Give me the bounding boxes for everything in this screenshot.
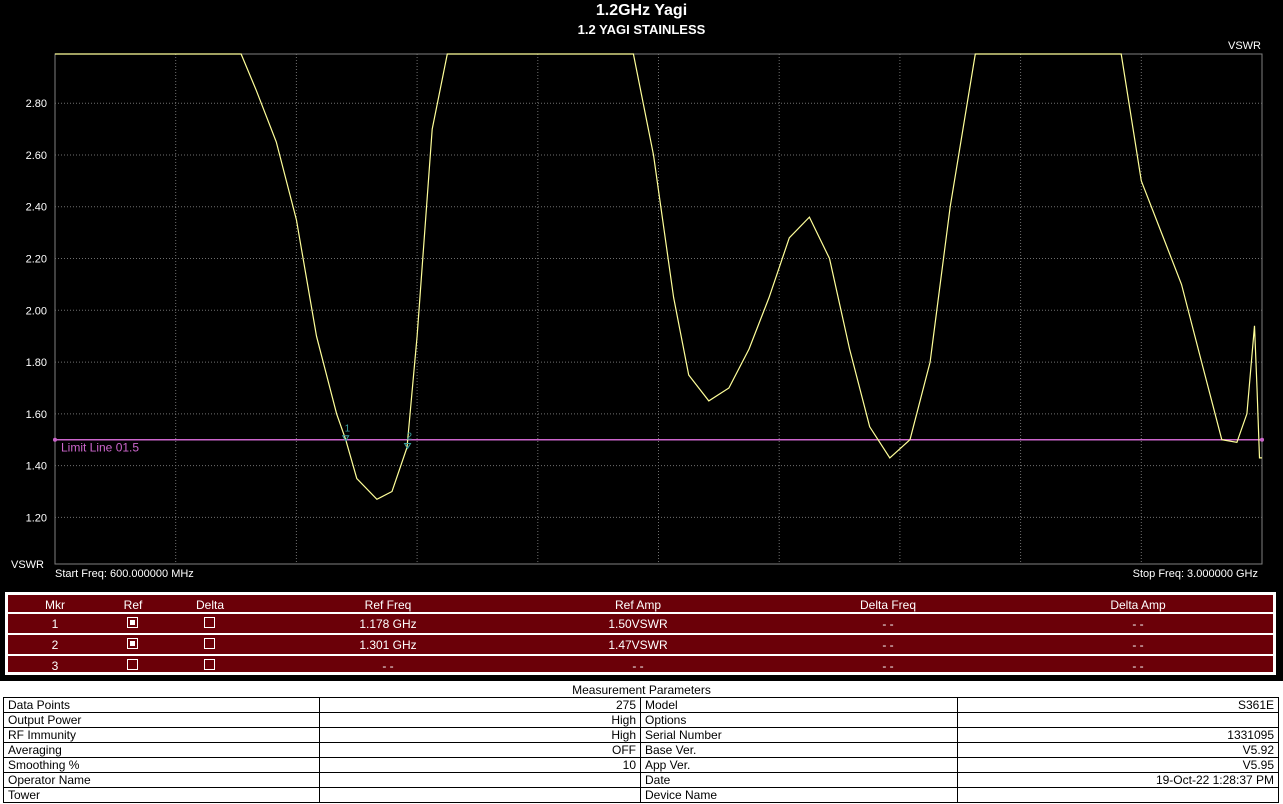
params-row: Smoothing % 10 App Ver. V5.95 bbox=[3, 757, 1279, 773]
start-freq-label: Start Freq: 600.000000 MHz bbox=[55, 568, 194, 580]
y-axis-label-top: VSWR bbox=[1228, 40, 1261, 52]
delta-amp-value: - - bbox=[1132, 659, 1144, 673]
marker-row[interactable]: 3 - - - - - - - - bbox=[8, 656, 1273, 675]
params-title: Measurement Parameters bbox=[572, 683, 711, 697]
param-value: High bbox=[319, 712, 641, 728]
param-name: Output Power bbox=[3, 712, 320, 728]
y-tick-label: 1.20 bbox=[26, 512, 47, 524]
param-value bbox=[957, 712, 1279, 728]
delta-checkbox[interactable] bbox=[204, 617, 215, 628]
params-table: Data Points 275 Model S361E Output Power High… bbox=[3, 697, 1279, 803]
limit-line-handle-right bbox=[1260, 437, 1264, 442]
param-value bbox=[319, 772, 641, 788]
vswr-plot: 2.80 2.60 2.40 2.20 2.00 1.80 1.60 1.40 1.20 Limi… bbox=[26, 53, 1264, 565]
col-ref-amp-header: Ref Amp bbox=[614, 598, 662, 612]
y-tick-label: 2.60 bbox=[26, 150, 47, 162]
param-value: 19-Oct-22 1:28:37 PM bbox=[957, 772, 1279, 788]
ref-checkbox[interactable] bbox=[127, 659, 138, 670]
marker-number: 3 bbox=[51, 659, 59, 673]
limit-line-label: Limit Line 01.5 bbox=[61, 441, 139, 455]
param-name: Operator Name bbox=[3, 772, 320, 788]
param-name: Base Ver. bbox=[640, 742, 958, 758]
col-mkr-header: Mkr bbox=[45, 598, 65, 612]
y-tick-label: 1.80 bbox=[26, 357, 47, 369]
param-value bbox=[957, 787, 1279, 803]
y-tick-label: 2.40 bbox=[26, 202, 47, 214]
delta-amp-value: - - bbox=[1132, 638, 1144, 652]
delta-freq-value: - - bbox=[882, 638, 894, 652]
param-name: RF Immunity bbox=[3, 727, 320, 743]
y-tick-label: 1.40 bbox=[26, 461, 47, 473]
marker-number: 2 bbox=[51, 638, 59, 652]
col-delta-freq-header: Delta Freq bbox=[859, 598, 917, 612]
y-tick-label: 2.80 bbox=[26, 98, 47, 110]
limit-line-handle-left bbox=[53, 437, 57, 442]
ref-checkbox[interactable] bbox=[127, 638, 138, 649]
param-value bbox=[319, 787, 641, 803]
stop-freq-label: Stop Freq: 3.000000 GHz bbox=[1132, 568, 1258, 580]
ref-amp-value: 1.50VSWR bbox=[608, 617, 668, 631]
col-ref-freq-header: Ref Freq bbox=[364, 598, 412, 612]
delta-amp-value: - - bbox=[1132, 617, 1144, 631]
param-name: Model bbox=[640, 697, 958, 713]
param-name: Date bbox=[640, 772, 958, 788]
y-tick-label: 2.00 bbox=[26, 305, 47, 317]
param-value: 1331095 bbox=[957, 727, 1279, 743]
marker-row[interactable]: 1 1.178 GHz 1.50VSWR - - - - bbox=[8, 614, 1273, 633]
col-ref-header: Ref bbox=[123, 598, 143, 612]
params-row: Operator Name Date 19-Oct-22 1:28:37 PM bbox=[3, 772, 1279, 788]
param-value: OFF bbox=[319, 742, 641, 758]
param-value: 10 bbox=[319, 757, 641, 773]
y-axis-label-bottom: VSWR bbox=[11, 559, 44, 571]
params-row: Averaging OFF Base Ver. V5.92 bbox=[3, 742, 1279, 758]
ref-amp-value: - - bbox=[632, 659, 644, 673]
ref-freq-value: 1.178 GHz bbox=[359, 617, 417, 631]
params-row: Output Power High Options bbox=[3, 712, 1279, 728]
marker-label: 1 bbox=[345, 424, 351, 435]
delta-checkbox[interactable] bbox=[204, 659, 215, 670]
marker-number: 1 bbox=[51, 617, 59, 631]
param-name: Serial Number bbox=[640, 727, 958, 743]
param-name: App Ver. bbox=[640, 757, 958, 773]
marker-row[interactable]: 2 1.301 GHz 1.47VSWR - - - - bbox=[8, 635, 1273, 654]
marker-label: 2 bbox=[407, 432, 413, 443]
param-name: Averaging bbox=[3, 742, 320, 758]
delta-freq-value: - - bbox=[882, 617, 894, 631]
y-tick-label: 2.20 bbox=[26, 254, 47, 266]
params-row: Tower Device Name bbox=[3, 787, 1279, 803]
ref-checkbox[interactable] bbox=[127, 617, 138, 628]
param-name: Tower bbox=[3, 787, 320, 803]
ref-freq-value: 1.301 GHz bbox=[359, 638, 417, 652]
delta-freq-value: - - bbox=[882, 659, 894, 673]
delta-checkbox[interactable] bbox=[204, 638, 215, 649]
param-name: Smoothing % bbox=[3, 757, 320, 773]
ref-freq-value: - - bbox=[382, 659, 394, 673]
col-delta-header: Delta bbox=[195, 598, 224, 612]
params-row: RF Immunity High Serial Number 1331095 bbox=[3, 727, 1279, 743]
param-name: Data Points bbox=[3, 697, 320, 713]
ref-amp-value: 1.47VSWR bbox=[608, 638, 668, 652]
param-value: V5.95 bbox=[957, 757, 1279, 773]
param-value: S361E bbox=[957, 697, 1279, 713]
marker-table: Mkr Ref Delta Ref Freq Ref Amp Delta Fre… bbox=[5, 592, 1276, 675]
param-name: Options bbox=[640, 712, 958, 728]
param-value: V5.92 bbox=[957, 742, 1279, 758]
col-delta-amp-header: Delta Amp bbox=[1110, 598, 1166, 612]
param-value: High bbox=[319, 727, 641, 743]
params-row: Data Points 275 Model S361E bbox=[3, 697, 1279, 713]
param-value: 275 bbox=[319, 697, 641, 713]
param-name: Device Name bbox=[640, 787, 958, 803]
y-tick-label: 1.60 bbox=[26, 409, 47, 421]
